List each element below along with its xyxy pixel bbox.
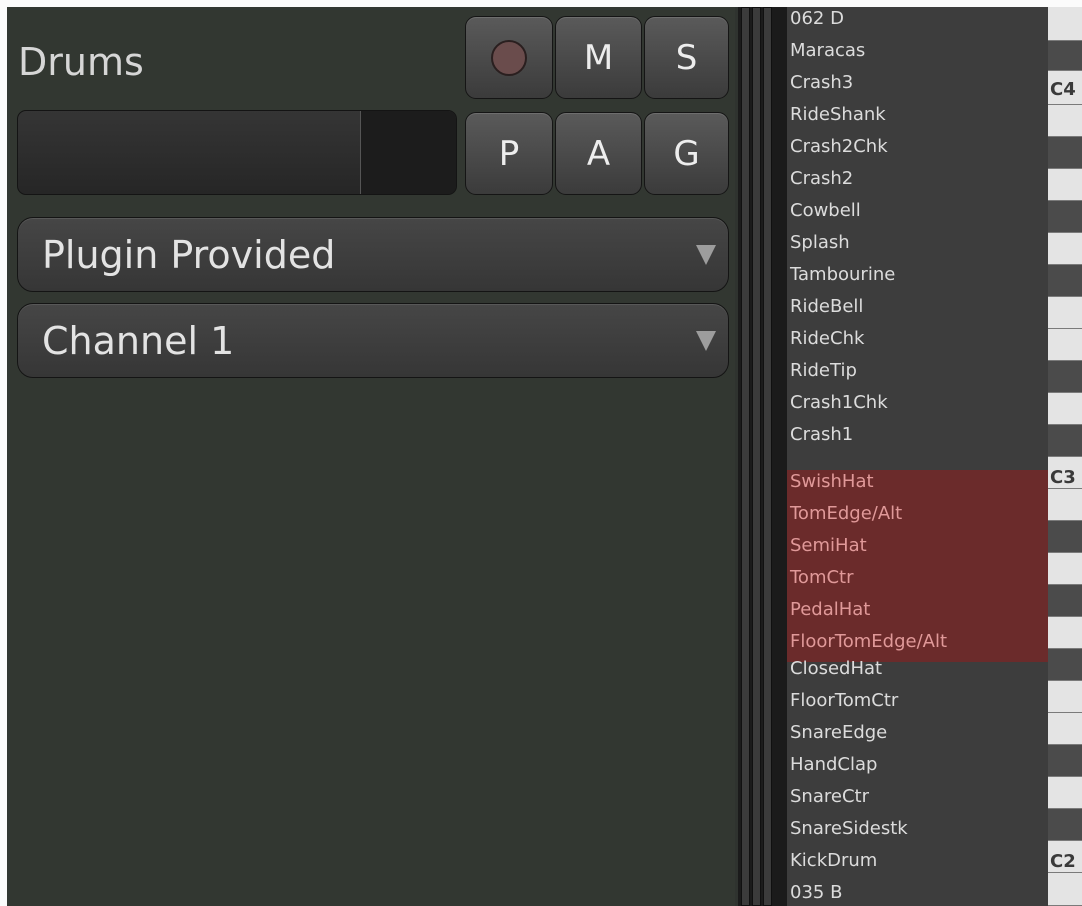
note-names-list[interactable]: 062 D Maracas Crash3 RideShank Crash2Chk… [787, 7, 1048, 906]
piano-key[interactable] [1048, 873, 1082, 906]
note-name-row-selected[interactable]: SemiHat [787, 534, 1048, 566]
mixer-strip-window: Drums M S P A G Plugin Provided Channel … [0, 0, 1082, 906]
group-button[interactable]: G [644, 112, 729, 195]
note-name-row[interactable]: RideTip [787, 359, 1048, 391]
piano-key[interactable] [1048, 809, 1082, 841]
piano-key[interactable] [1048, 489, 1082, 521]
piano-key[interactable] [1048, 201, 1082, 233]
note-name-row[interactable]: 062 D [787, 7, 1048, 39]
piano-key[interactable] [1048, 617, 1082, 649]
piano-key[interactable] [1048, 745, 1082, 777]
solo-button[interactable]: S [644, 16, 729, 99]
track-name-label[interactable]: Drums [18, 38, 144, 86]
note-name-row-selected[interactable]: SwishHat [787, 470, 1048, 502]
note-name-row[interactable]: RideBell [787, 295, 1048, 327]
scroomer-strip[interactable] [752, 7, 761, 906]
note-name-row[interactable]: Cowbell [787, 199, 1048, 231]
scroomer-strip[interactable] [763, 7, 772, 906]
piano-key[interactable] [1048, 41, 1082, 71]
midi-channel-value: Channel 1 [42, 319, 235, 363]
note-name-row[interactable]: SnareEdge [787, 721, 1048, 753]
piano-key[interactable] [1048, 297, 1082, 329]
automation-button[interactable]: A [555, 112, 642, 195]
piano-key[interactable] [1048, 777, 1082, 809]
note-mode-dropdown[interactable]: Plugin Provided [17, 217, 729, 292]
chevron-down-icon [696, 245, 716, 265]
note-name-row[interactable]: KickDrum [787, 849, 1048, 881]
piano-key[interactable] [1048, 361, 1082, 393]
piano-key[interactable] [1048, 425, 1082, 457]
piano-key[interactable] [1048, 137, 1082, 169]
note-name-row[interactable]: FloorTomCtr [787, 689, 1048, 721]
note-name-row[interactable]: Crash2 [787, 167, 1048, 199]
record-dot-icon [491, 39, 527, 76]
scroomer-strip[interactable] [741, 7, 750, 906]
piano-label-c2: C2 [1050, 851, 1076, 872]
chevron-down-icon [696, 331, 716, 351]
note-name-row[interactable]: Splash [787, 231, 1048, 263]
note-name-row[interactable]: HandClap [787, 753, 1048, 785]
note-name-row[interactable]: SnareSidestk [787, 817, 1048, 849]
note-name-row[interactable]: ClosedHat [787, 657, 1048, 689]
piano-roll-keyboard[interactable]: C4 C3 C2 [1048, 7, 1082, 906]
piano-key[interactable] [1048, 233, 1082, 265]
note-name-row[interactable]: Crash3 [787, 71, 1048, 103]
note-name-row-selected[interactable]: TomCtr [787, 566, 1048, 598]
note-name-row[interactable]: Tambourine [787, 263, 1048, 295]
window-border-left [0, 0, 7, 906]
piano-key[interactable] [1048, 169, 1082, 201]
piano-key[interactable] [1048, 7, 1082, 41]
note-name-row[interactable]: Crash1 [787, 423, 1048, 455]
piano-key[interactable] [1048, 393, 1082, 425]
window-border-top [0, 0, 1082, 7]
scroomer-strips[interactable] [738, 7, 787, 906]
piano-key[interactable] [1048, 329, 1082, 361]
level-meter [17, 110, 457, 195]
piano-key[interactable] [1048, 265, 1082, 297]
piano-label-c3: C3 [1050, 467, 1076, 488]
note-name-row[interactable]: Crash1Chk [787, 391, 1048, 423]
midi-channel-dropdown[interactable]: Channel 1 [17, 303, 729, 378]
note-name-row-selected[interactable]: TomEdge/Alt [787, 502, 1048, 534]
note-name-row-selected[interactable]: PedalHat [787, 598, 1048, 630]
piano-key[interactable] [1048, 713, 1082, 745]
piano-key[interactable] [1048, 681, 1082, 713]
piano-key[interactable] [1048, 585, 1082, 617]
mute-button[interactable]: M [555, 16, 642, 99]
piano-key[interactable] [1048, 521, 1082, 553]
note-name-row[interactable]: RideShank [787, 103, 1048, 135]
note-name-row[interactable]: 035 B [787, 881, 1048, 906]
note-name-row[interactable]: Crash2Chk [787, 135, 1048, 167]
piano-key[interactable] [1048, 649, 1082, 681]
playlist-button[interactable]: P [465, 112, 553, 195]
piano-key[interactable] [1048, 553, 1082, 585]
record-arm-button[interactable] [465, 16, 553, 99]
piano-key[interactable] [1048, 105, 1082, 137]
note-name-row[interactable]: SnareCtr [787, 785, 1048, 817]
note-name-row[interactable]: RideChk [787, 327, 1048, 359]
meter-peak-section [360, 111, 456, 194]
note-name-row[interactable]: Maracas [787, 39, 1048, 71]
note-mode-value: Plugin Provided [42, 233, 336, 277]
piano-label-c4: C4 [1050, 79, 1076, 100]
